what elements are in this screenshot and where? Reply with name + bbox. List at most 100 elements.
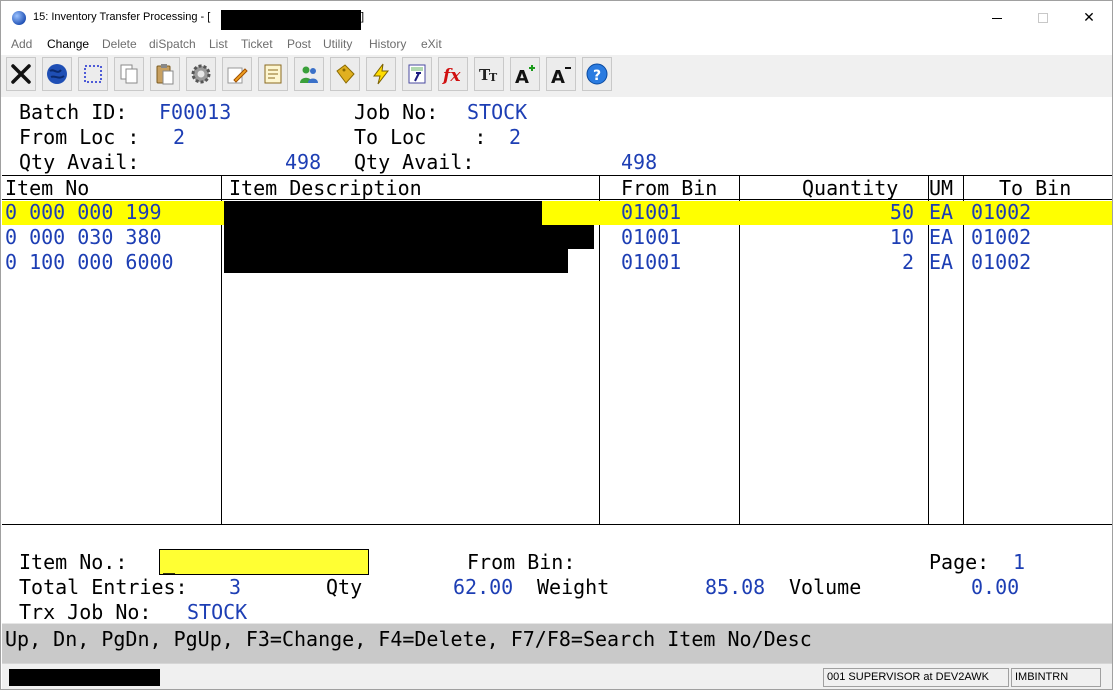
to-loc-label: To Loc : <box>354 125 487 149</box>
job-no-label: Job No: <box>354 100 439 124</box>
menu-add[interactable]: Add <box>11 37 32 51</box>
help-button[interactable]: ? <box>582 57 612 91</box>
item-no-label: Item No.: <box>19 550 128 574</box>
select-rect-icon <box>84 65 102 83</box>
window-title: 15: Inventory Transfer Processing - [ <box>33 11 211 23</box>
minimize-button[interactable] <box>974 1 1020 35</box>
status-program: IMBINTRN <box>1011 668 1101 687</box>
table-row-to-bin[interactable]: 01002 <box>971 225 1031 250</box>
from-bin-label: From Bin: <box>467 550 576 574</box>
text-cursor: _ <box>163 550 176 574</box>
column-header-to-bin: To Bin <box>999 176 1072 200</box>
calculator-button[interactable] <box>402 57 432 91</box>
volume-label: Volume <box>789 575 862 599</box>
copy-button[interactable] <box>114 57 144 91</box>
table-row-quantity[interactable]: 50 <box>740 200 914 225</box>
close-button[interactable]: ✕ <box>1066 1 1112 35</box>
total-entries-label: Total Entries: <box>19 575 188 599</box>
qty-avail-to-value: 498 <box>621 150 658 174</box>
notepad-icon <box>264 64 282 84</box>
close-x-button[interactable] <box>6 57 36 91</box>
volume-value: 0.00 <box>971 575 1020 599</box>
table-row-quantity[interactable]: 10 <box>740 225 914 250</box>
font-increase-button[interactable]: A <box>510 57 540 91</box>
copy-icon <box>120 64 138 84</box>
column-header-from-bin: From Bin <box>621 176 718 200</box>
window-title-end: ] <box>361 11 365 23</box>
total-entries-value: 3 <box>229 575 242 599</box>
column-header-description: Item Description <box>229 176 422 200</box>
menu-post[interactable]: Post <box>287 37 311 51</box>
weight-label: Weight <box>537 575 610 599</box>
menu-delete[interactable]: Delete <box>102 37 137 51</box>
item-no-input[interactable]: _ <box>159 549 369 575</box>
maximize-button[interactable] <box>1020 1 1066 35</box>
settings-gear-icon <box>191 64 211 84</box>
menu-list[interactable]: List <box>209 37 228 51</box>
menu-exit[interactable]: eXit <box>421 37 442 51</box>
select-rect-button[interactable] <box>78 57 108 91</box>
edit-button[interactable] <box>222 57 252 91</box>
trx-job-label: Trx Job No: <box>19 600 152 624</box>
table-row-from-bin[interactable]: 01001 <box>621 225 681 250</box>
title-redacted-block <box>221 10 361 30</box>
table-row-to-bin[interactable]: 01002 <box>971 200 1031 225</box>
function-key-bar: Up, Dn, PgDn, PgUp, F3=Change, F4=Delete… <box>2 623 1112 663</box>
edit-pencil-icon <box>227 67 248 84</box>
qty-avail-to-label: Qty Avail: <box>354 150 475 174</box>
lightning-button[interactable] <box>366 57 396 91</box>
fx-button[interactable]: fx <box>438 57 468 91</box>
page-value: 1 <box>1013 550 1026 574</box>
notepad-button[interactable] <box>258 57 288 91</box>
batch-id-label: Batch ID: <box>19 100 128 124</box>
toolbar: fx TT A A ? <box>1 55 1112 97</box>
paste-button[interactable] <box>150 57 180 91</box>
table-row-um[interactable]: EA <box>929 225 953 250</box>
grid-divider <box>221 175 222 525</box>
job-no-value: STOCK <box>467 100 528 124</box>
qty-total-value: 62.00 <box>453 575 514 599</box>
help-icon: ? <box>586 63 608 85</box>
fx-function-icon: fx <box>442 66 461 86</box>
grid-bottom-border <box>2 524 1112 525</box>
table-row-um[interactable]: EA <box>929 250 953 275</box>
paste-icon <box>156 64 174 85</box>
tag-button[interactable] <box>330 57 360 91</box>
font-decrease-button[interactable]: A <box>546 57 576 91</box>
menu-utility[interactable]: Utility <box>323 37 352 51</box>
table-row-quantity[interactable]: 2 <box>740 250 914 275</box>
weight-value: 85.08 <box>705 575 766 599</box>
maximize-icon <box>1038 13 1048 23</box>
table-row-to-bin[interactable]: 01002 <box>971 250 1031 275</box>
column-header-item-no: Item No <box>5 176 90 200</box>
settings-button[interactable] <box>186 57 216 91</box>
grid-divider <box>599 175 600 525</box>
minimize-icon <box>992 17 1002 19</box>
table-row-item-no[interactable]: 0 000 000 199 <box>5 200 162 225</box>
redacted-description <box>224 249 568 273</box>
table-row-from-bin[interactable]: 01001 <box>621 200 681 225</box>
menu-ticket[interactable]: Ticket <box>241 37 273 51</box>
table-row-item-no[interactable]: 0 000 030 380 <box>5 225 162 250</box>
text-size-button[interactable]: TT <box>474 57 504 91</box>
menu-change[interactable]: Change <box>47 37 89 51</box>
menu-history[interactable]: History <box>369 37 406 51</box>
table-row-from-bin[interactable]: 01001 <box>621 250 681 275</box>
close-icon: ✕ <box>1083 10 1095 26</box>
font-increase-icon: A <box>515 65 535 86</box>
font-decrease-icon: A <box>551 67 571 86</box>
table-row-item-no[interactable]: 0 100 000 6000 <box>5 250 174 275</box>
application-window: 15: Inventory Transfer Processing - [ ] … <box>0 0 1113 690</box>
from-loc-value: 2 <box>173 125 186 149</box>
globe-button[interactable] <box>42 57 72 91</box>
table-row-um[interactable]: EA <box>929 200 953 225</box>
from-loc-label: From Loc : <box>19 125 140 149</box>
status-bar: 001 SUPERVISOR at DEV2AWK IMBINTRN <box>2 663 1112 689</box>
menu-dispatch[interactable]: diSpatch <box>149 37 196 51</box>
function-key-help: Up, Dn, PgDn, PgUp, F3=Change, F4=Delete… <box>5 627 812 651</box>
users-button[interactable] <box>294 57 324 91</box>
qty-total-label: Qty <box>326 575 363 599</box>
tag-icon <box>336 64 355 84</box>
calculator-icon <box>408 64 426 84</box>
svg-text:?: ? <box>593 68 601 84</box>
